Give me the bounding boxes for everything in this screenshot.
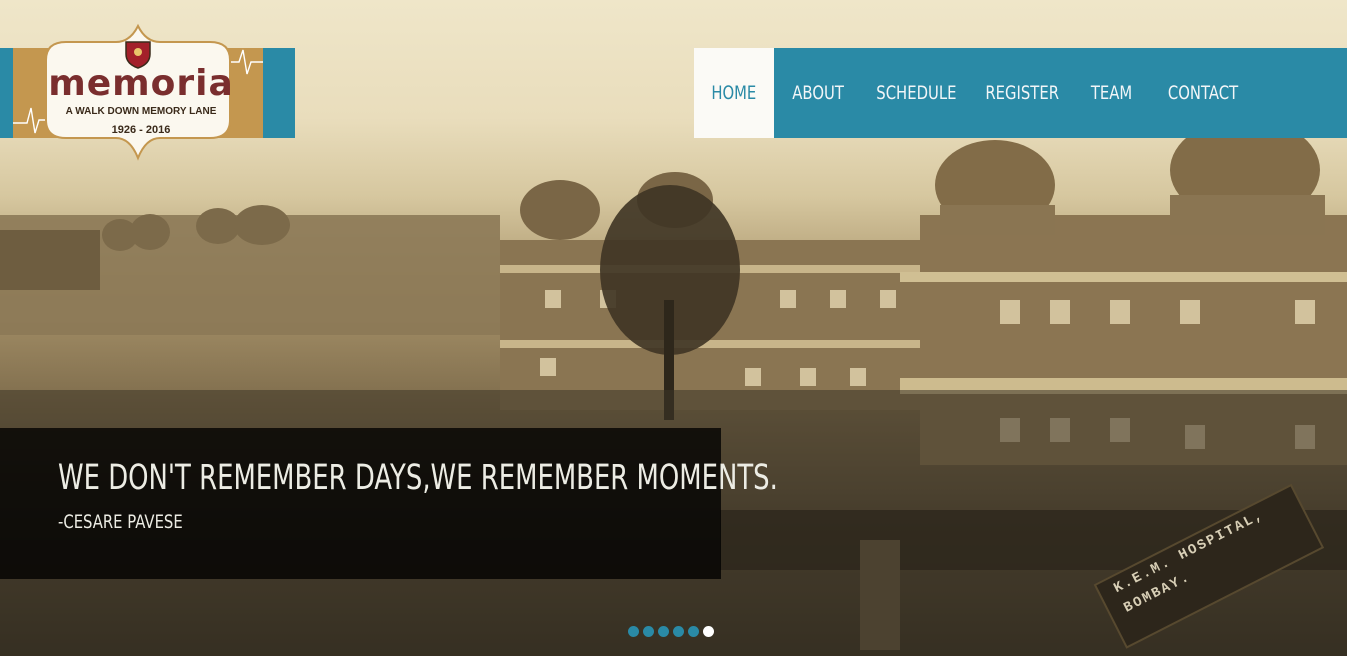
- nav-item-schedule[interactable]: SCHEDULE: [862, 48, 970, 138]
- logo-wordmark: memoria: [48, 63, 234, 104]
- nav-label-team: TEAM: [1091, 82, 1133, 104]
- slide-quote: WE DON'T REMEMBER DAYS,WE REMEMBER MOMEN…: [58, 458, 778, 498]
- nav-item-contact[interactable]: CONTACT: [1150, 48, 1256, 138]
- logo-tagline: A WALK DOWN MEMORY LANE: [65, 106, 217, 117]
- nav-item-team[interactable]: TEAM: [1074, 48, 1150, 138]
- slider-dot[interactable]: [688, 626, 699, 637]
- nav-label-home: HOME: [711, 82, 757, 104]
- slider-dot[interactable]: [643, 626, 654, 637]
- slider-pagination: [628, 626, 714, 637]
- slider-dot[interactable]: [673, 626, 684, 637]
- slider-dot-active[interactable]: [703, 626, 714, 637]
- logo-years: 1926 - 2016: [111, 124, 171, 136]
- slider-dot[interactable]: [628, 626, 639, 637]
- nav-item-about[interactable]: ABOUT: [774, 48, 862, 138]
- slider-dot[interactable]: [658, 626, 669, 637]
- nav-label-about: ABOUT: [792, 82, 844, 104]
- nav-label-contact: CONTACT: [1167, 82, 1239, 104]
- slide-author: -CESARE PAVESE: [58, 511, 183, 533]
- nav-label-schedule: SCHEDULE: [875, 82, 957, 104]
- nav-label-register: REGISTER: [985, 82, 1059, 104]
- slide-caption-panel: [0, 428, 721, 579]
- nav-item-home[interactable]: HOME: [694, 48, 774, 138]
- nav-item-register[interactable]: REGISTER: [970, 48, 1074, 138]
- main-nav: HOME ABOUT SCHEDULE REGISTER TEAM CONTAC…: [694, 48, 1347, 138]
